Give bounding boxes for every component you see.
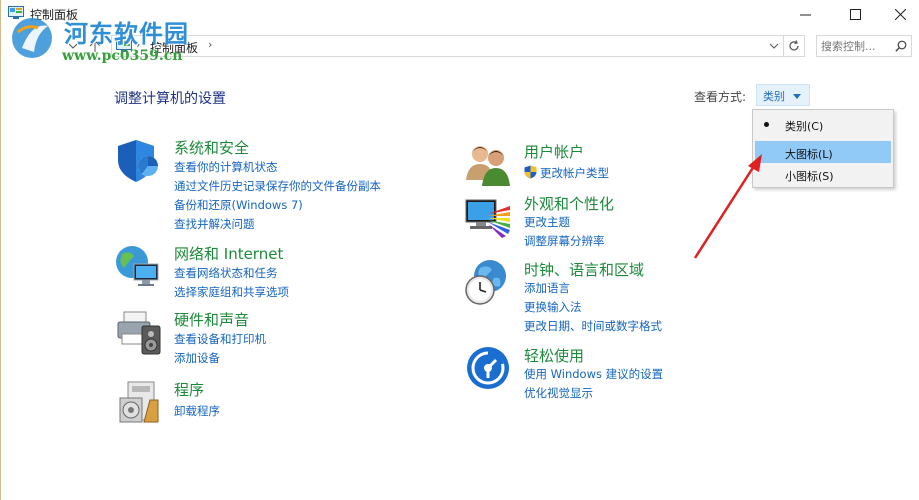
- category-title-appearance[interactable]: 外观和个性化: [524, 193, 614, 214]
- search-icon[interactable]: [895, 40, 907, 52]
- link-file-history-backup[interactable]: 通过文件历史记录保存你的文件备份副本: [174, 178, 381, 194]
- link-windows-suggested-settings[interactable]: 使用 Windows 建议的设置: [524, 366, 663, 382]
- category-title-network-internet[interactable]: 网络和 Internet: [174, 243, 283, 264]
- link-add-device[interactable]: 添加设备: [174, 350, 220, 366]
- link-screen-resolution[interactable]: 调整屏幕分辨率: [524, 233, 605, 249]
- view-by-value: 类别: [763, 90, 785, 103]
- breadcrumb-separator-icon[interactable]: ›: [208, 38, 212, 51]
- category-title-hardware-sound[interactable]: 硬件和声音: [174, 309, 249, 330]
- minimize-button[interactable]: [782, 0, 828, 28]
- maximize-icon: [849, 8, 861, 20]
- link-date-time-format[interactable]: 更改日期、时间或数字格式: [524, 318, 662, 334]
- chevron-down-icon: [69, 43, 77, 49]
- link-uninstall-program[interactable]: 卸载程序: [174, 403, 220, 419]
- link-network-status[interactable]: 查看网络状态和任务: [174, 265, 278, 281]
- menu-item-small-icons[interactable]: 小图标(S): [755, 163, 891, 185]
- link-change-theme[interactable]: 更改主题: [524, 214, 570, 230]
- search-box[interactable]: [816, 35, 912, 57]
- title-bar: 控制面板: [0, 0, 919, 28]
- page-title: 调整计算机的设置: [114, 91, 226, 107]
- category-title-clock-language-region[interactable]: 时钟、语言和区域: [524, 259, 644, 280]
- window-border: [0, 0, 1, 500]
- category-title-user-accounts[interactable]: 用户帐户: [524, 141, 584, 162]
- close-button[interactable]: [877, 0, 919, 28]
- chevron-down-icon[interactable]: [769, 39, 779, 53]
- printer-speaker-icon[interactable]: [114, 308, 162, 356]
- uac-shield-icon: [524, 165, 537, 179]
- menu-item-category[interactable]: 类别(C): [755, 113, 891, 135]
- programs-icon[interactable]: [114, 378, 162, 426]
- category-title-ease-of-access[interactable]: 轻松使用: [524, 345, 584, 366]
- link-add-language[interactable]: 添加语言: [524, 280, 570, 296]
- refresh-button[interactable]: [783, 35, 805, 57]
- category-title-system-security[interactable]: 系统和安全: [174, 137, 249, 158]
- address-bar[interactable]: › 控制面板 ›: [111, 35, 784, 57]
- window-title: 控制面板: [30, 8, 79, 22]
- arrow-up-icon: [89, 40, 101, 52]
- maximize-button[interactable]: [832, 0, 878, 28]
- link-homegroup-sharing[interactable]: 选择家庭组和共享选项: [174, 284, 289, 300]
- up-button[interactable]: [86, 37, 104, 55]
- link-view-computer-status[interactable]: 查看你的计算机状态: [174, 159, 278, 175]
- link-devices-printers[interactable]: 查看设备和打印机: [174, 331, 266, 347]
- category-title-programs[interactable]: 程序: [174, 379, 204, 400]
- minimize-icon: [799, 14, 811, 15]
- link-backup-restore[interactable]: 备份和还原(Windows 7): [174, 197, 303, 213]
- chevron-down-icon: [793, 94, 801, 99]
- users-icon[interactable]: [464, 140, 512, 188]
- view-by-menu: 类别(C) 大图标(L) 小图标(S): [752, 109, 894, 188]
- network-globe-icon[interactable]: [114, 242, 162, 290]
- shield-icon[interactable]: [114, 136, 162, 184]
- recent-locations-button[interactable]: [64, 37, 82, 55]
- clock-globe-icon[interactable]: [464, 258, 512, 306]
- ease-of-access-icon[interactable]: [464, 344, 512, 392]
- radio-dot-icon: [764, 122, 769, 127]
- control-panel-icon: [8, 6, 24, 19]
- link-change-account-type[interactable]: 更改帐户类型: [540, 165, 609, 181]
- breadcrumb-separator-icon[interactable]: ›: [136, 38, 140, 51]
- view-by-dropdown[interactable]: 类别: [756, 84, 810, 106]
- view-by-label: 查看方式:: [694, 90, 747, 104]
- link-change-input-method[interactable]: 更换输入法: [524, 299, 582, 315]
- navigation-bar: › 控制面板 ›: [0, 33, 919, 59]
- breadcrumb-control-panel[interactable]: 控制面板: [150, 39, 198, 56]
- control-panel-icon: [116, 39, 132, 52]
- close-icon: [894, 8, 906, 20]
- menu-item-large-icons[interactable]: 大图标(L): [755, 141, 891, 163]
- link-optimize-visual-display[interactable]: 优化视觉显示: [524, 385, 593, 401]
- refresh-icon: [788, 40, 799, 51]
- appearance-icon[interactable]: [464, 192, 512, 240]
- search-input[interactable]: [821, 38, 885, 54]
- link-troubleshoot[interactable]: 查找并解决问题: [174, 216, 255, 232]
